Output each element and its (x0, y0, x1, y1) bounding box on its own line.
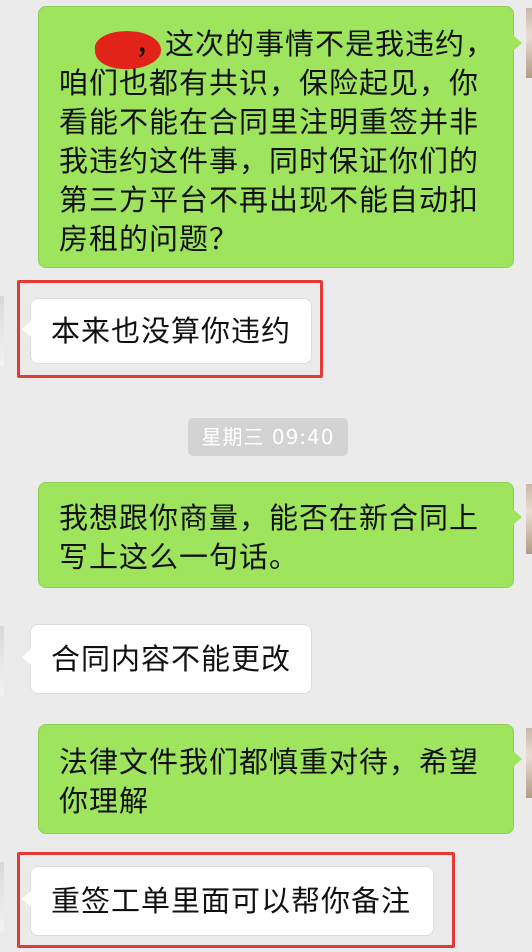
bubble-tail (22, 891, 31, 907)
sent-message-bubble[interactable]: 法律文件我们都慎重对待，希望 你理解 (38, 724, 522, 834)
message-line: ，这次的事情不是我违约， (135, 27, 496, 61)
sent-message-bubble[interactable]: 我想跟你商量，能否在新合同上 写上这么一句话。 (38, 482, 522, 588)
chat-thread[interactable]: ，这次的事情不是我违约， 咱们也都有共识，保险起见，你 看能不能在合同里注明重签… (0, 0, 532, 952)
bubble-tail (22, 649, 31, 665)
message-line: 第三方平台不再出现不能自动扣 (59, 183, 480, 217)
message-line: 法律文件我们都慎重对待，希望 (59, 745, 480, 779)
message-text: 本来也没算你违约 (51, 314, 292, 348)
received-message-bubble[interactable]: 重签工单里面可以帮你备注 (22, 866, 434, 936)
message-line: 房租的问题？ (59, 222, 240, 256)
bubble-tail (513, 35, 522, 51)
bubble-tail (513, 509, 522, 525)
contact-avatar[interactable] (0, 862, 4, 932)
message-line: 你理解 (59, 784, 150, 818)
my-avatar[interactable] (526, 484, 532, 554)
received-message-bubble[interactable]: 本来也没算你违约 (22, 298, 312, 364)
received-message-bubble[interactable]: 合同内容不能更改 (22, 624, 312, 694)
message-line: 写上这么一句话。 (59, 540, 300, 574)
bubble-tail (513, 751, 522, 767)
contact-avatar[interactable] (0, 296, 4, 366)
message-line: 咱们也都有共识，保险起见，你 (59, 66, 480, 100)
message-line: 看能不能在合同里注明重签并非 (59, 105, 480, 139)
contact-avatar[interactable] (0, 626, 4, 696)
my-avatar[interactable] (526, 728, 532, 798)
message-line: 我违约这件事，同时保证你们的 (59, 144, 480, 178)
message-text: 重签工单里面可以帮你备注 (51, 884, 412, 918)
bubble-tail (22, 321, 31, 337)
message-line: 我想跟你商量，能否在新合同上 (59, 501, 480, 535)
message-text: 合同内容不能更改 (51, 642, 292, 676)
timestamp: 星期三 09:40 (188, 418, 348, 456)
my-avatar[interactable] (526, 8, 532, 78)
message-text: ，这次的事情不是我违约， 咱们也都有共识，保险起见，你 看能不能在合同里注明重签… (59, 25, 499, 259)
sent-message-bubble[interactable]: ，这次的事情不是我违约， 咱们也都有共识，保险起见，你 看能不能在合同里注明重签… (38, 6, 522, 268)
